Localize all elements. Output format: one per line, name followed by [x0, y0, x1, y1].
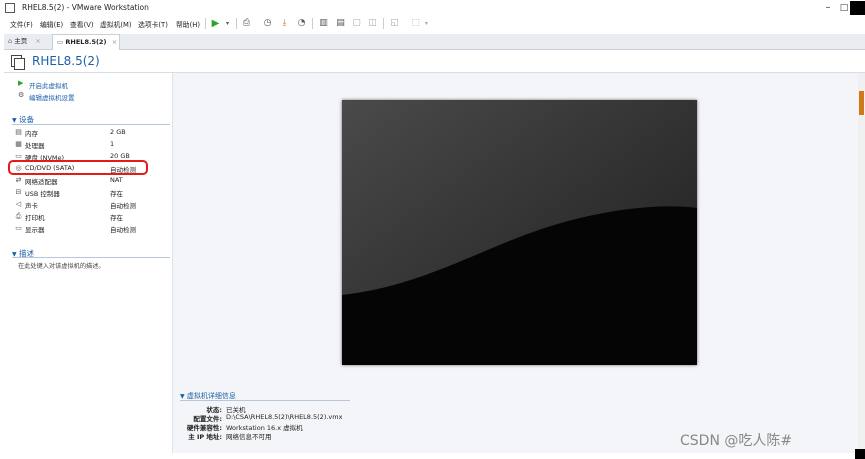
minimize-button[interactable]: – — [820, 1, 836, 15]
device-value: 存在 — [110, 214, 123, 222]
printer-icon: ⎙ — [15, 212, 22, 220]
disk-icon: ▭ — [15, 152, 22, 160]
detail-value: 网络信息不可用 — [226, 433, 272, 441]
play-dropdown-icon[interactable]: ▾ — [222, 18, 233, 29]
watermark-text: CSDN @吃人陈# — [680, 433, 793, 449]
title-bar: RHEL8.5(2) - VMware Workstation – □ — [0, 0, 865, 16]
device-value: NAT — [110, 176, 123, 184]
menu-tabs[interactable]: 选项卡(T) — [138, 19, 168, 29]
play-icon[interactable]: ▶ — [210, 18, 221, 29]
vertical-scrollbar[interactable] — [858, 73, 865, 453]
device-name[interactable]: 声卡 — [25, 200, 38, 210]
detail-value: D:\CSA\RHEL8.5(2)\RHEL8.5(2).vmx — [226, 413, 343, 421]
edit-settings-link[interactable]: 编辑虚拟机设置 — [29, 92, 75, 102]
display-icon: ▭ — [15, 224, 22, 232]
home-icon: ⌂ — [8, 37, 13, 45]
device-name[interactable]: 网络适配器 — [25, 176, 58, 186]
device-name[interactable]: 内存 — [25, 128, 38, 138]
thumbnail-view-icon[interactable]: ▢ — [351, 18, 362, 29]
menu-bar: 文件(F) 编辑(E) 查看(V) 虚拟机(M) 选项卡(T) 帮助(H) ▶ … — [0, 16, 865, 31]
vm-screen-art — [342, 100, 697, 365]
window-title: RHEL8.5(2) - VMware Workstation — [22, 3, 149, 12]
vmware-window: RHEL8.5(2) - VMware Workstation – □ 文件(F… — [0, 0, 865, 459]
snapshot-icon[interactable]: ◷ — [262, 18, 273, 29]
revert-snapshot-icon[interactable]: ⤓ — [279, 18, 290, 29]
cd-dvd-highlight — [8, 160, 148, 175]
menu-help[interactable]: 帮助(H) — [176, 19, 200, 29]
device-name[interactable]: 打印机 — [25, 212, 45, 222]
collapse-icon: ▼ — [12, 117, 17, 124]
menu-vm[interactable]: 虚拟机(M) — [100, 19, 132, 29]
console-view-icon[interactable]: ▤ — [335, 18, 346, 29]
device-value: 2 GB — [110, 128, 126, 136]
edit-settings-icon: ⚙ — [18, 91, 25, 99]
tab-vm-close-icon[interactable]: × — [112, 38, 117, 46]
collapse-icon: ▼ — [180, 393, 185, 400]
close-button[interactable] — [850, 1, 865, 15]
device-name[interactable]: USB 控制器 — [25, 188, 60, 198]
description-input[interactable]: 在此处键入对该虚拟机的描述。 — [18, 261, 105, 270]
corner-mark — [855, 449, 865, 459]
power-on-icon: ▶ — [18, 79, 24, 87]
menu-edit[interactable]: 编辑(E) — [40, 19, 63, 29]
power-on-link[interactable]: 开启此虚拟机 — [29, 80, 68, 90]
vm-title: RHEL8.5(2) — [32, 54, 100, 68]
memory-icon: ▤ — [15, 128, 22, 136]
detail-label: 主 IP 地址: — [188, 433, 222, 441]
tab-home[interactable]: ⌂ 主页 × — [8, 34, 52, 49]
tab-vm[interactable]: ▭ RHEL8.5(2) × — [52, 34, 120, 50]
devices-header-label: 设备 — [19, 115, 35, 124]
device-name[interactable]: 处理器 — [25, 140, 45, 150]
usb-icon: ⊟ — [15, 188, 22, 196]
snapshot-manager-icon[interactable]: ◔ — [296, 18, 307, 29]
send-keys-icon[interactable]: ⎙ — [241, 18, 252, 29]
tab-vm-label: RHEL8.5(2) — [65, 38, 107, 46]
device-name[interactable]: 显示器 — [25, 224, 45, 234]
cpu-icon: ▦ — [15, 140, 22, 148]
device-value: 1 — [110, 140, 115, 148]
tab-home-label: 主页 — [14, 37, 28, 45]
tab-bar: ⌂ 主页 × ▭ RHEL8.5(2) × — [4, 34, 865, 50]
device-value: 自动检测 — [110, 202, 136, 210]
stretch-icon[interactable]: ⬚ — [410, 18, 421, 29]
stretch-dropdown-icon[interactable]: ▾ — [421, 18, 432, 29]
sidebar-toggle-icon[interactable]: ▥ — [318, 18, 329, 29]
device-value: 20 GB — [110, 152, 130, 160]
scrollbar-thumb[interactable] — [859, 91, 864, 115]
device-value: 自动检测 — [110, 226, 136, 234]
details-header-label: 虚拟机详细信息 — [186, 392, 236, 400]
device-value: 存在 — [110, 190, 123, 198]
sound-icon: ◁ — [15, 200, 22, 208]
vm-tab-icon: ▭ — [57, 38, 64, 46]
tab-home-close-icon[interactable]: × — [35, 37, 40, 45]
menu-view[interactable]: 查看(V) — [70, 19, 94, 29]
vm-screen-thumbnail[interactable] — [342, 100, 697, 365]
fullscreen-icon[interactable]: ◫ — [367, 18, 378, 29]
vm-header: RHEL8.5(2) — [4, 50, 865, 73]
network-icon: ⇄ — [15, 176, 22, 184]
vmware-app-icon — [5, 3, 15, 13]
unity-icon[interactable]: ◱ — [389, 18, 400, 29]
menu-file[interactable]: 文件(F) — [10, 19, 33, 29]
